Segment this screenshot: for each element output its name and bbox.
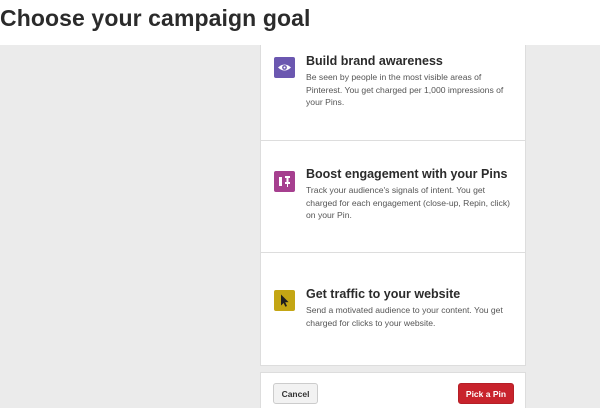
- eye-icon: [274, 57, 295, 78]
- goal-description: Track your audience's signals of intent.…: [306, 185, 510, 220]
- goal-option-engagement[interactable]: Boost engagement with your Pins Track yo…: [261, 140, 525, 252]
- goal-title: Build brand awareness: [306, 54, 443, 68]
- goal-title: Get traffic to your website: [306, 287, 461, 301]
- goal-description: Send a motivated audience to your conten…: [306, 305, 503, 328]
- cursor-icon: [274, 290, 295, 311]
- goal-title: Boost engagement with your Pins: [306, 167, 508, 181]
- goal-option-brand-awareness[interactable]: Build brand awareness Be seen by people …: [261, 45, 525, 140]
- pushpin-icon: [274, 171, 295, 192]
- goal-description: Be seen by people in the most visible ar…: [306, 72, 504, 107]
- header: Choose your campaign goal: [0, 0, 600, 45]
- pick-a-pin-button[interactable]: Pick a Pin: [458, 383, 514, 404]
- dialog-footer: Cancel Pick a Pin: [260, 372, 526, 408]
- campaign-goal-panel: Build brand awareness Be seen by people …: [260, 45, 526, 366]
- page-title: Choose your campaign goal: [0, 5, 311, 31]
- cancel-button[interactable]: Cancel: [273, 383, 318, 404]
- goal-option-website-traffic[interactable]: Get traffic to your website Send a motiv…: [261, 252, 525, 365]
